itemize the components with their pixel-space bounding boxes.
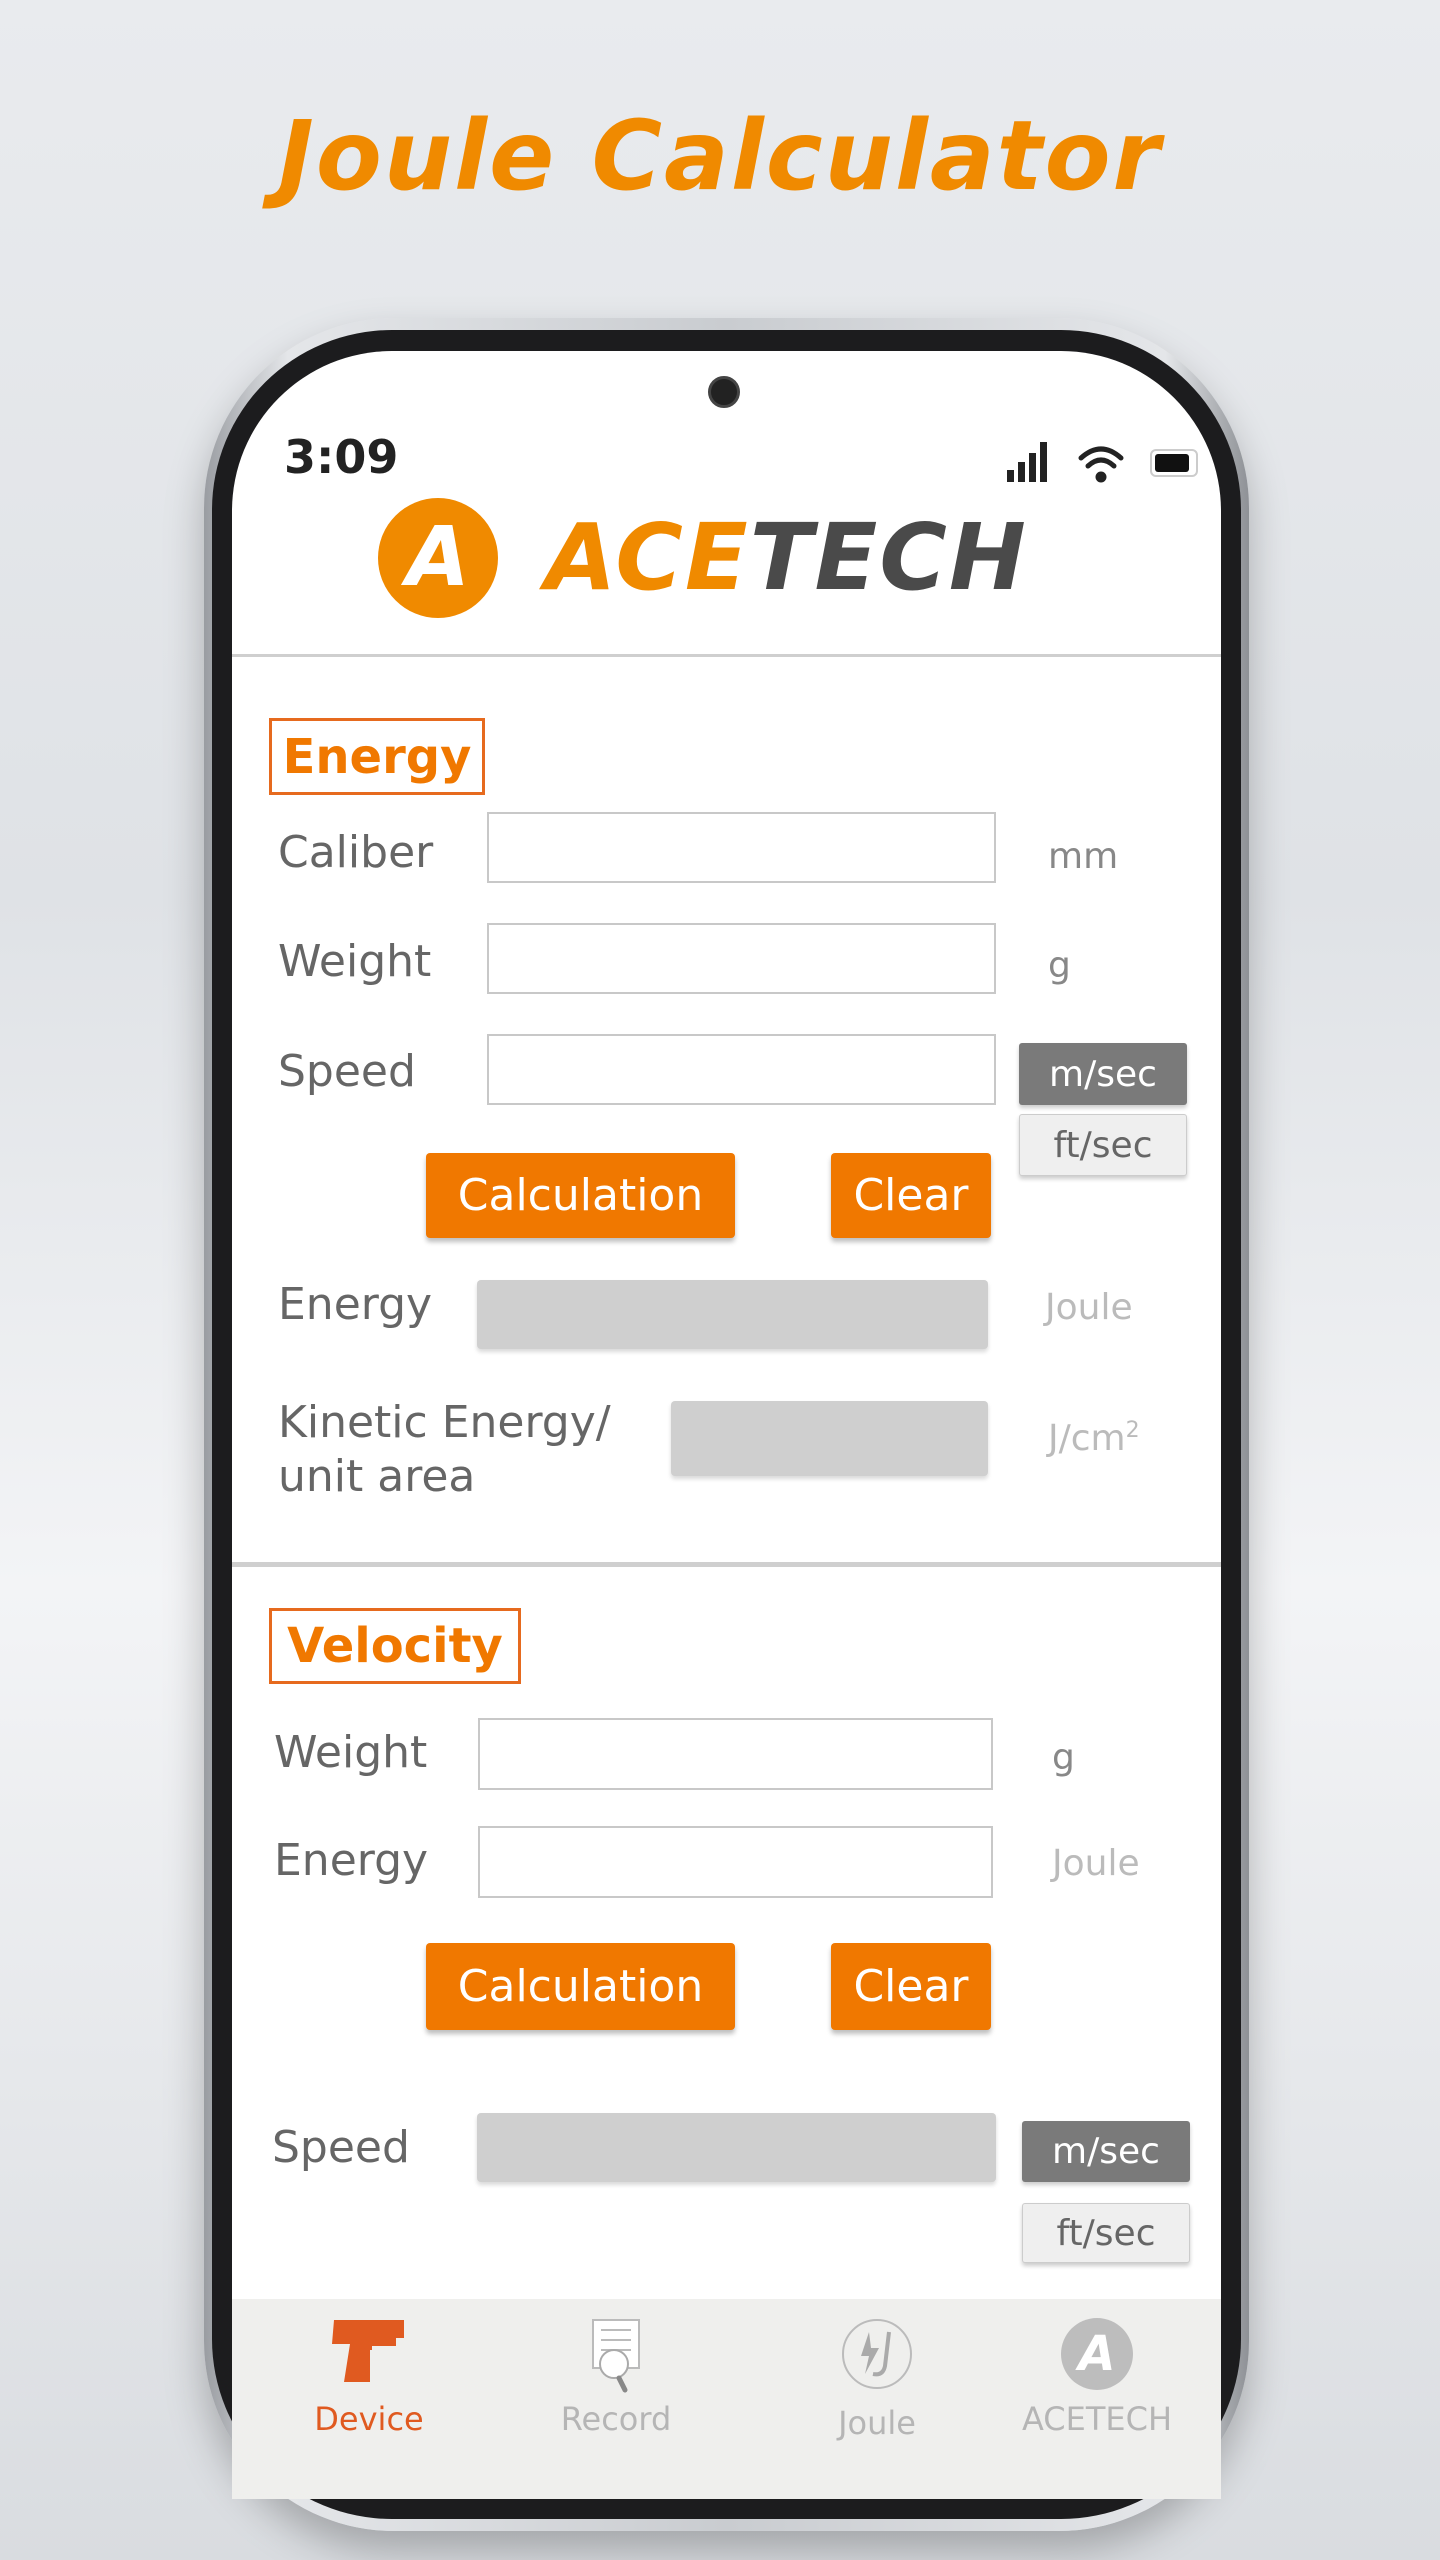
acetech-logo-icon: A — [1061, 2318, 1133, 2390]
speed-unit-msec-button[interactable]: m/sec — [1019, 1043, 1187, 1105]
ke-label-line2: unit area — [278, 1451, 476, 1502]
energy-output-label: Energy — [278, 1279, 433, 1330]
energy-output-field — [477, 1280, 988, 1349]
wifi-icon — [1078, 446, 1124, 483]
ke-output-field — [671, 1401, 988, 1476]
brand-name: ACETECH — [545, 504, 1028, 611]
weight-label: Weight — [278, 936, 432, 987]
energy-clear-button[interactable]: Clear — [831, 1153, 991, 1238]
velocity-weight-input[interactable] — [478, 1718, 993, 1790]
page-title: Joule Calculator — [278, 100, 1162, 212]
camera-icon — [708, 376, 740, 408]
ke-label-line1: Kinetic Energy/ — [278, 1397, 611, 1448]
velocity-weight-label: Weight — [274, 1727, 428, 1778]
ke-output-unit: J/cm2 — [1048, 1418, 1140, 1459]
tab-device[interactable]: Device — [259, 2318, 479, 2438]
document-search-icon — [592, 2319, 640, 2393]
energy-output-unit: Joule — [1045, 1287, 1133, 1328]
speed-unit-ftsec-button[interactable]: ft/sec — [1019, 1114, 1187, 1176]
weight-input[interactable] — [487, 923, 996, 994]
tab-acetech[interactable]: A ACETECH — [987, 2318, 1207, 2438]
velocity-speed-unit-msec-button[interactable]: m/sec — [1022, 2121, 1190, 2182]
velocity-speed-unit-ftsec-button[interactable]: ft/sec — [1022, 2203, 1190, 2263]
velocity-section-label: Velocity — [269, 1608, 521, 1684]
velocity-energy-label: Energy — [274, 1835, 429, 1886]
velocity-clear-button[interactable]: Clear — [831, 1943, 991, 2030]
velocity-speed-output-field — [477, 2113, 996, 2182]
tab-joule[interactable]: Joule — [767, 2318, 987, 2442]
speed-input[interactable] — [487, 1034, 996, 1105]
velocity-energy-input[interactable] — [478, 1826, 993, 1898]
energy-calculation-button[interactable]: Calculation — [426, 1153, 735, 1238]
caliber-unit: mm — [1048, 836, 1119, 877]
joule-icon — [842, 2319, 912, 2389]
weight-unit: g — [1048, 945, 1071, 986]
signal-icon — [1007, 442, 1047, 482]
velocity-weight-unit: g — [1052, 1737, 1075, 1778]
battery-icon — [1150, 449, 1198, 477]
velocity-calculation-button[interactable]: Calculation — [426, 1943, 735, 2030]
pistol-icon — [332, 2320, 404, 2382]
caliber-label: Caliber — [278, 827, 434, 878]
velocity-speed-label: Speed — [272, 2122, 410, 2173]
status-icons — [1007, 442, 1198, 483]
header-divider — [232, 654, 1221, 657]
tab-record[interactable]: Record — [506, 2318, 726, 2438]
caliber-input[interactable] — [487, 812, 996, 883]
energy-section-label: Energy — [269, 718, 485, 795]
acetech-logo-icon: A — [378, 498, 498, 618]
velocity-energy-unit: Joule — [1052, 1843, 1140, 1884]
speed-label: Speed — [278, 1046, 416, 1097]
status-time: 3:09 — [284, 430, 399, 484]
section-divider — [232, 1562, 1221, 1567]
